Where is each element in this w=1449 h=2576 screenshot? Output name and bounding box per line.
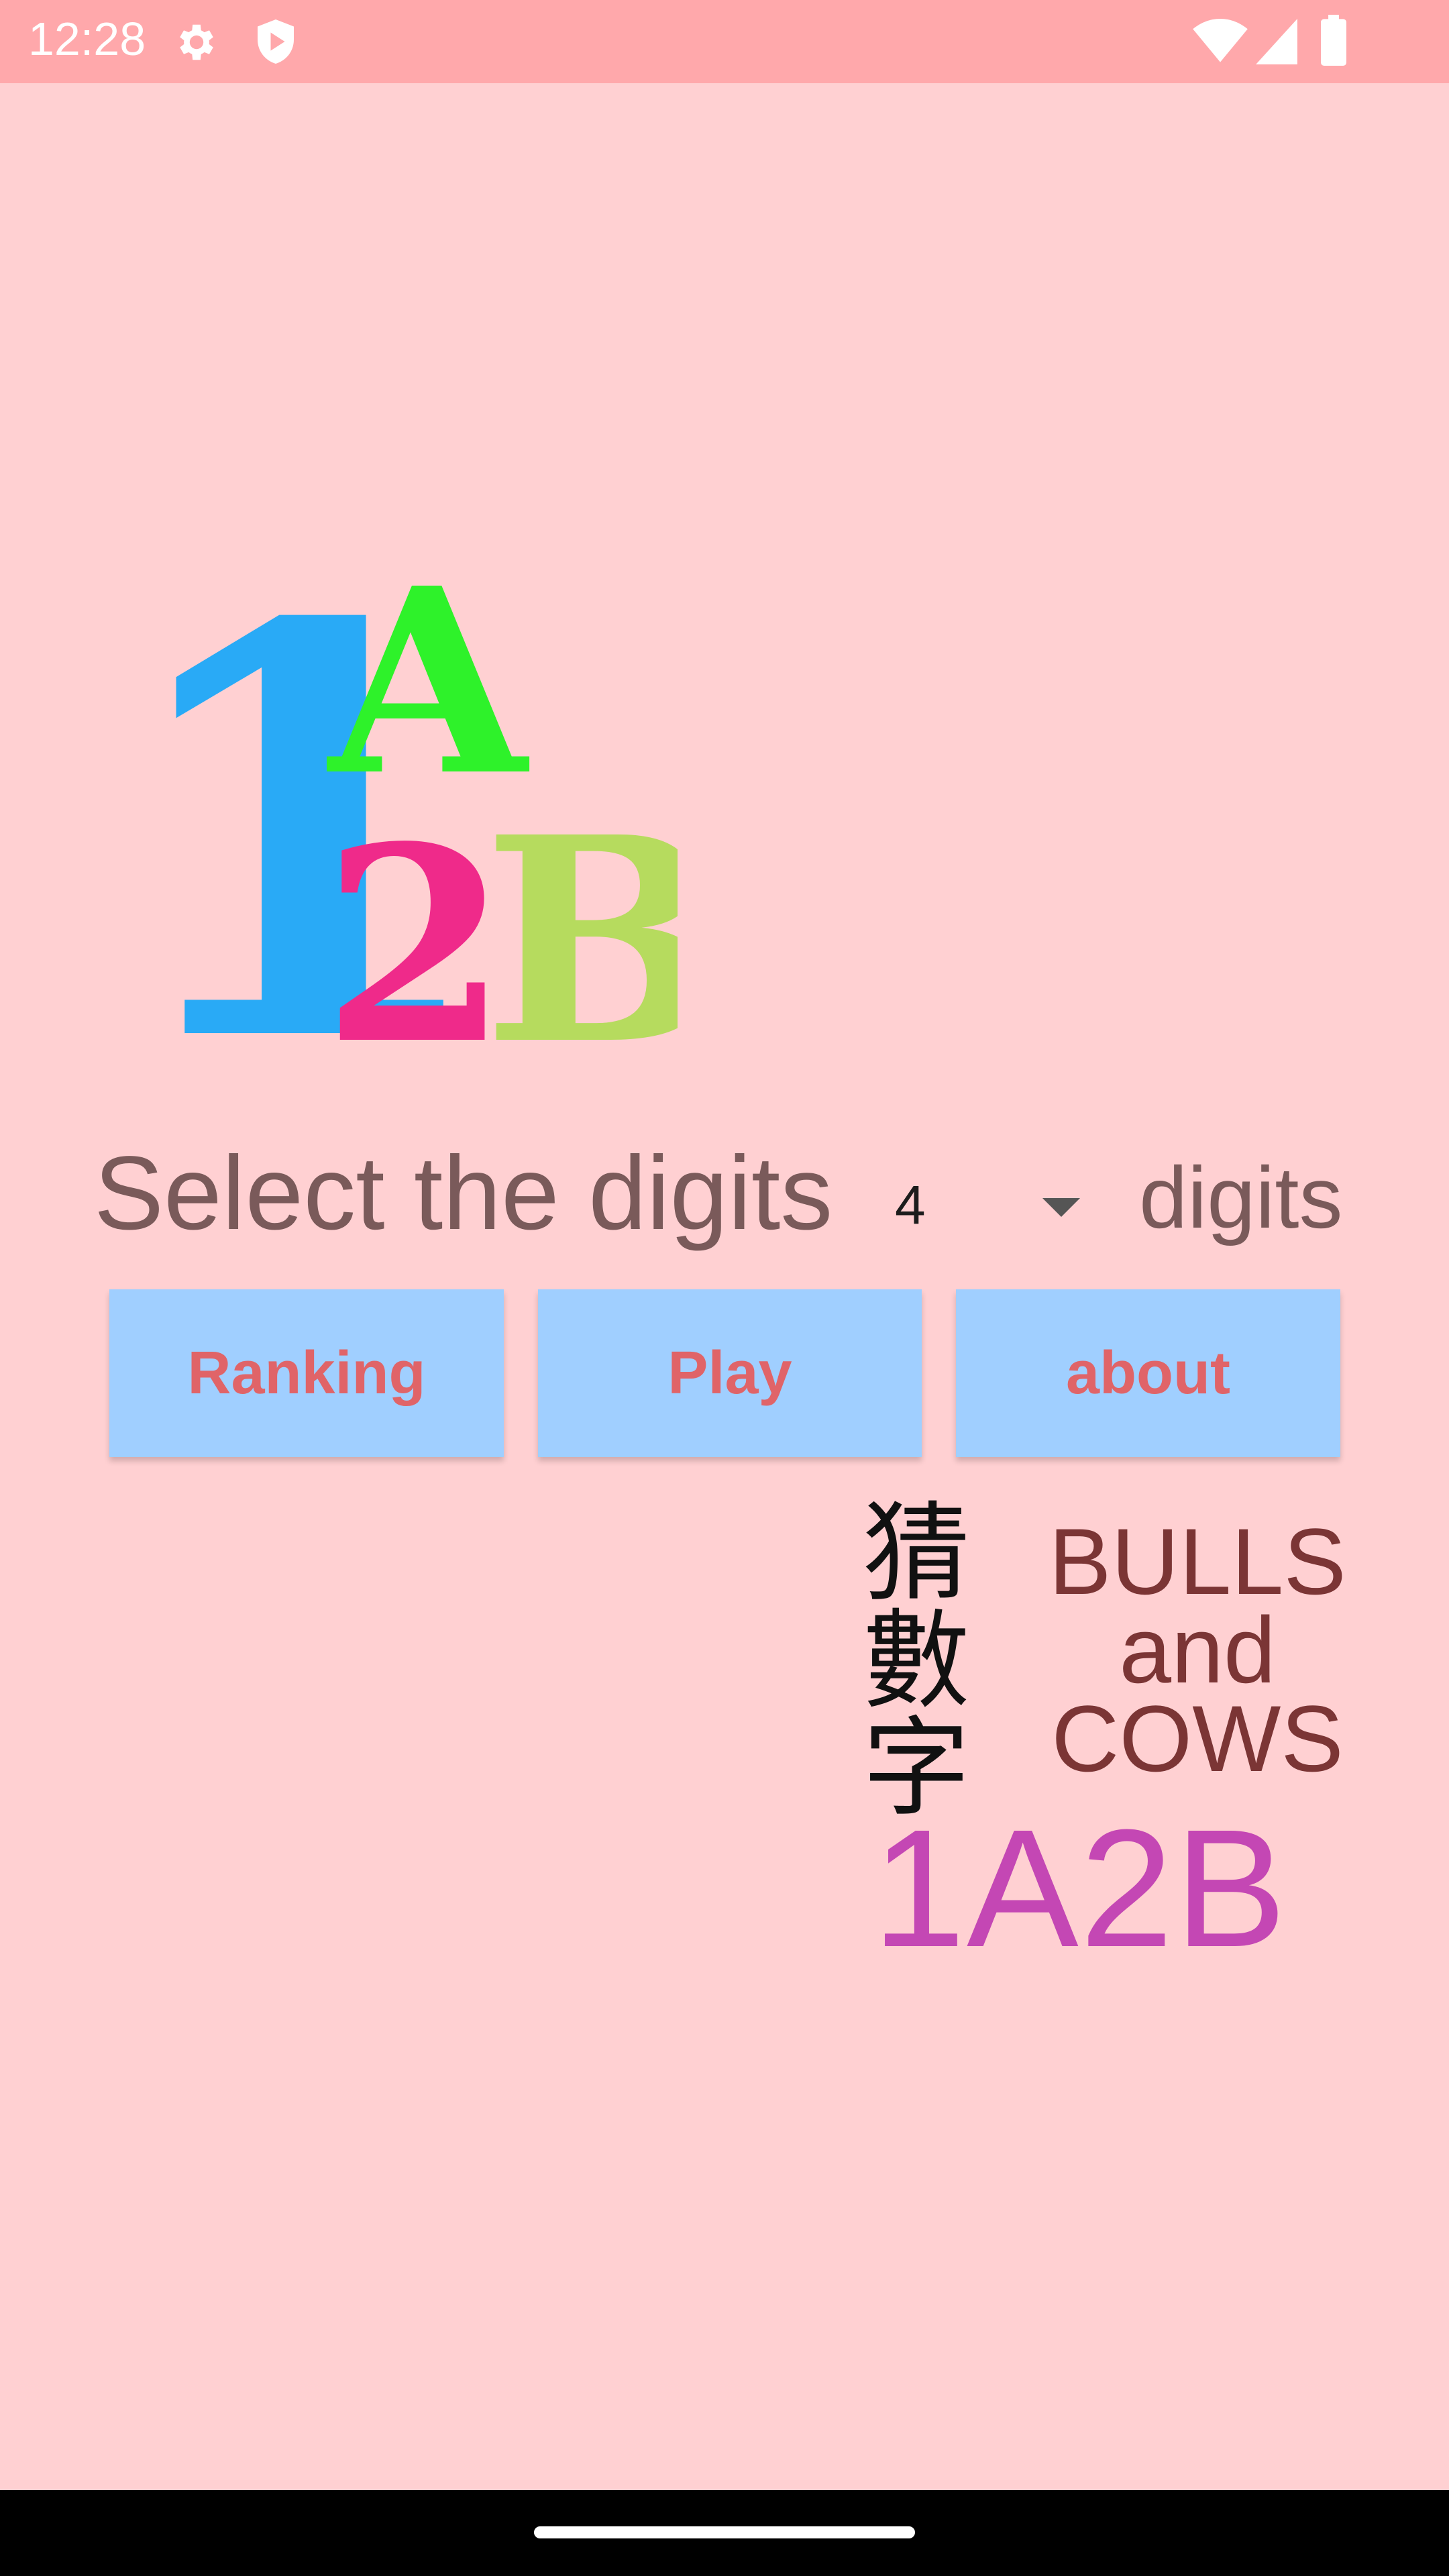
digits-suffix-label: digits (1139, 1148, 1343, 1246)
digits-spinner[interactable]: 4 (885, 1161, 1093, 1254)
title-english-line: and (1119, 1597, 1276, 1703)
settings-icon (173, 19, 220, 69)
shield-play-icon (254, 17, 298, 69)
title-cjk-char: 猜 (863, 1491, 971, 1616)
logo-glyph-b: B (483, 776, 678, 1067)
status-time: 12:28 (28, 13, 146, 65)
title-cjk-char: 數 (863, 1598, 971, 1723)
logo-glyph-2: 2 (322, 788, 508, 1067)
home-handle[interactable] (534, 2526, 915, 2538)
digits-spinner-value: 4 (895, 1175, 926, 1236)
play-button[interactable]: Play (538, 1289, 922, 1457)
ranking-button[interactable]: Ranking (109, 1289, 504, 1457)
dropdown-arrow-icon (1042, 1198, 1080, 1217)
signal-icon (1256, 19, 1297, 68)
title-english-line: BULLS (1049, 1509, 1346, 1614)
brand-title: 1A2B (872, 1794, 1288, 1982)
title-english-line: COWS (1051, 1686, 1344, 1791)
battery-icon (1320, 15, 1347, 69)
status-bar: 12:28 (0, 0, 1449, 83)
wifi-icon (1193, 19, 1248, 68)
about-button[interactable]: about (956, 1289, 1340, 1457)
app-logo: 1 A 2 B (107, 517, 678, 1067)
game-title-block: 猜 數 字 BULLS and COWS 1A2B (859, 1491, 1368, 1972)
select-digits-label: Select the digits (94, 1135, 833, 1252)
